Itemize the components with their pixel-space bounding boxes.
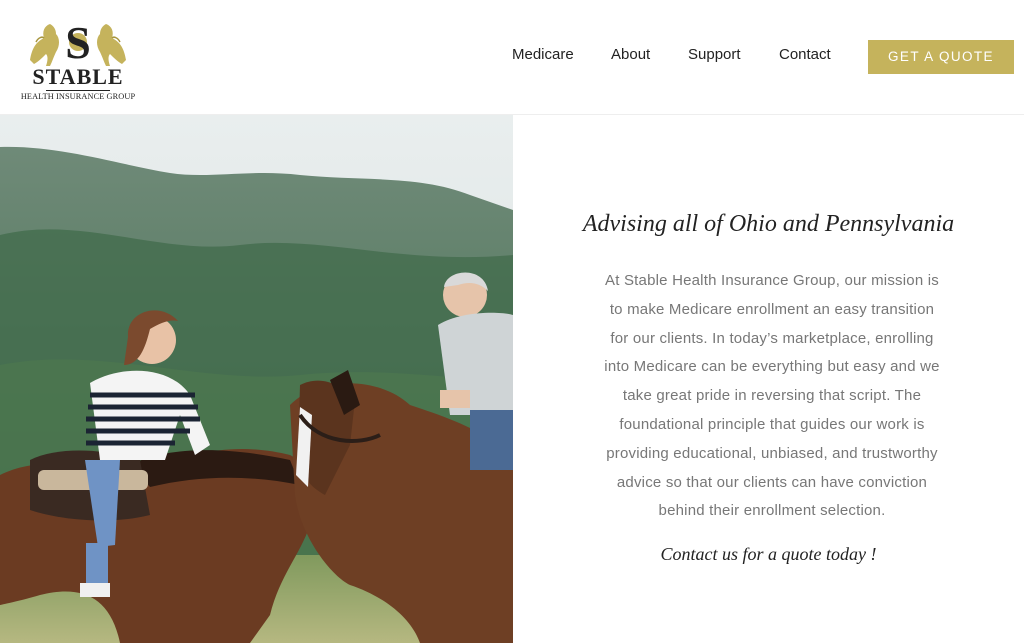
nav-support[interactable]: Support — [688, 46, 741, 63]
nav-medicare[interactable]: Medicare — [512, 46, 574, 63]
nav-about[interactable]: About — [611, 46, 650, 63]
section-headline: Advising all of Ohio and Pennsylvania — [582, 211, 955, 237]
site-header: S STABLE HEALTH INSURANCE GROUP Medicare… — [0, 0, 1024, 115]
contact-cta-text: Contact us for a quote today ! — [660, 544, 877, 564]
mission-line: take great pride in reversing that scrip… — [622, 387, 922, 405]
logo-divider — [46, 90, 110, 91]
hero-photo — [0, 115, 513, 643]
mission-line: At Stable Health Insurance Group, our mi… — [605, 272, 939, 289]
mission-line: into Medicare can be everything but easy… — [604, 358, 940, 376]
about-panel: Advising all of Ohio and Pennsylvania At… — [513, 115, 1024, 643]
logo-subtitle: HEALTH INSURANCE GROUP — [20, 92, 136, 101]
mission-line: to make Medicare enrollment an easy tran… — [609, 300, 935, 318]
mission-paragraph: At Stable Health Insurance Group, our mi… — [587, 267, 957, 526]
mission-line: behind their enrollment selection. — [658, 502, 886, 520]
get-a-quote-button[interactable]: GET A QUOTE — [868, 40, 1014, 74]
mission-line: for our clients. In today’s marketplace,… — [610, 329, 934, 347]
horse-riders-image — [0, 115, 513, 643]
mission-line: foundational principle that guides our w… — [619, 415, 925, 433]
mission-line: providing educational, unbiased, and tru… — [606, 444, 938, 462]
nav-contact[interactable]: Contact — [779, 46, 831, 63]
mission-line: advice so that our clients can have conv… — [616, 473, 928, 491]
